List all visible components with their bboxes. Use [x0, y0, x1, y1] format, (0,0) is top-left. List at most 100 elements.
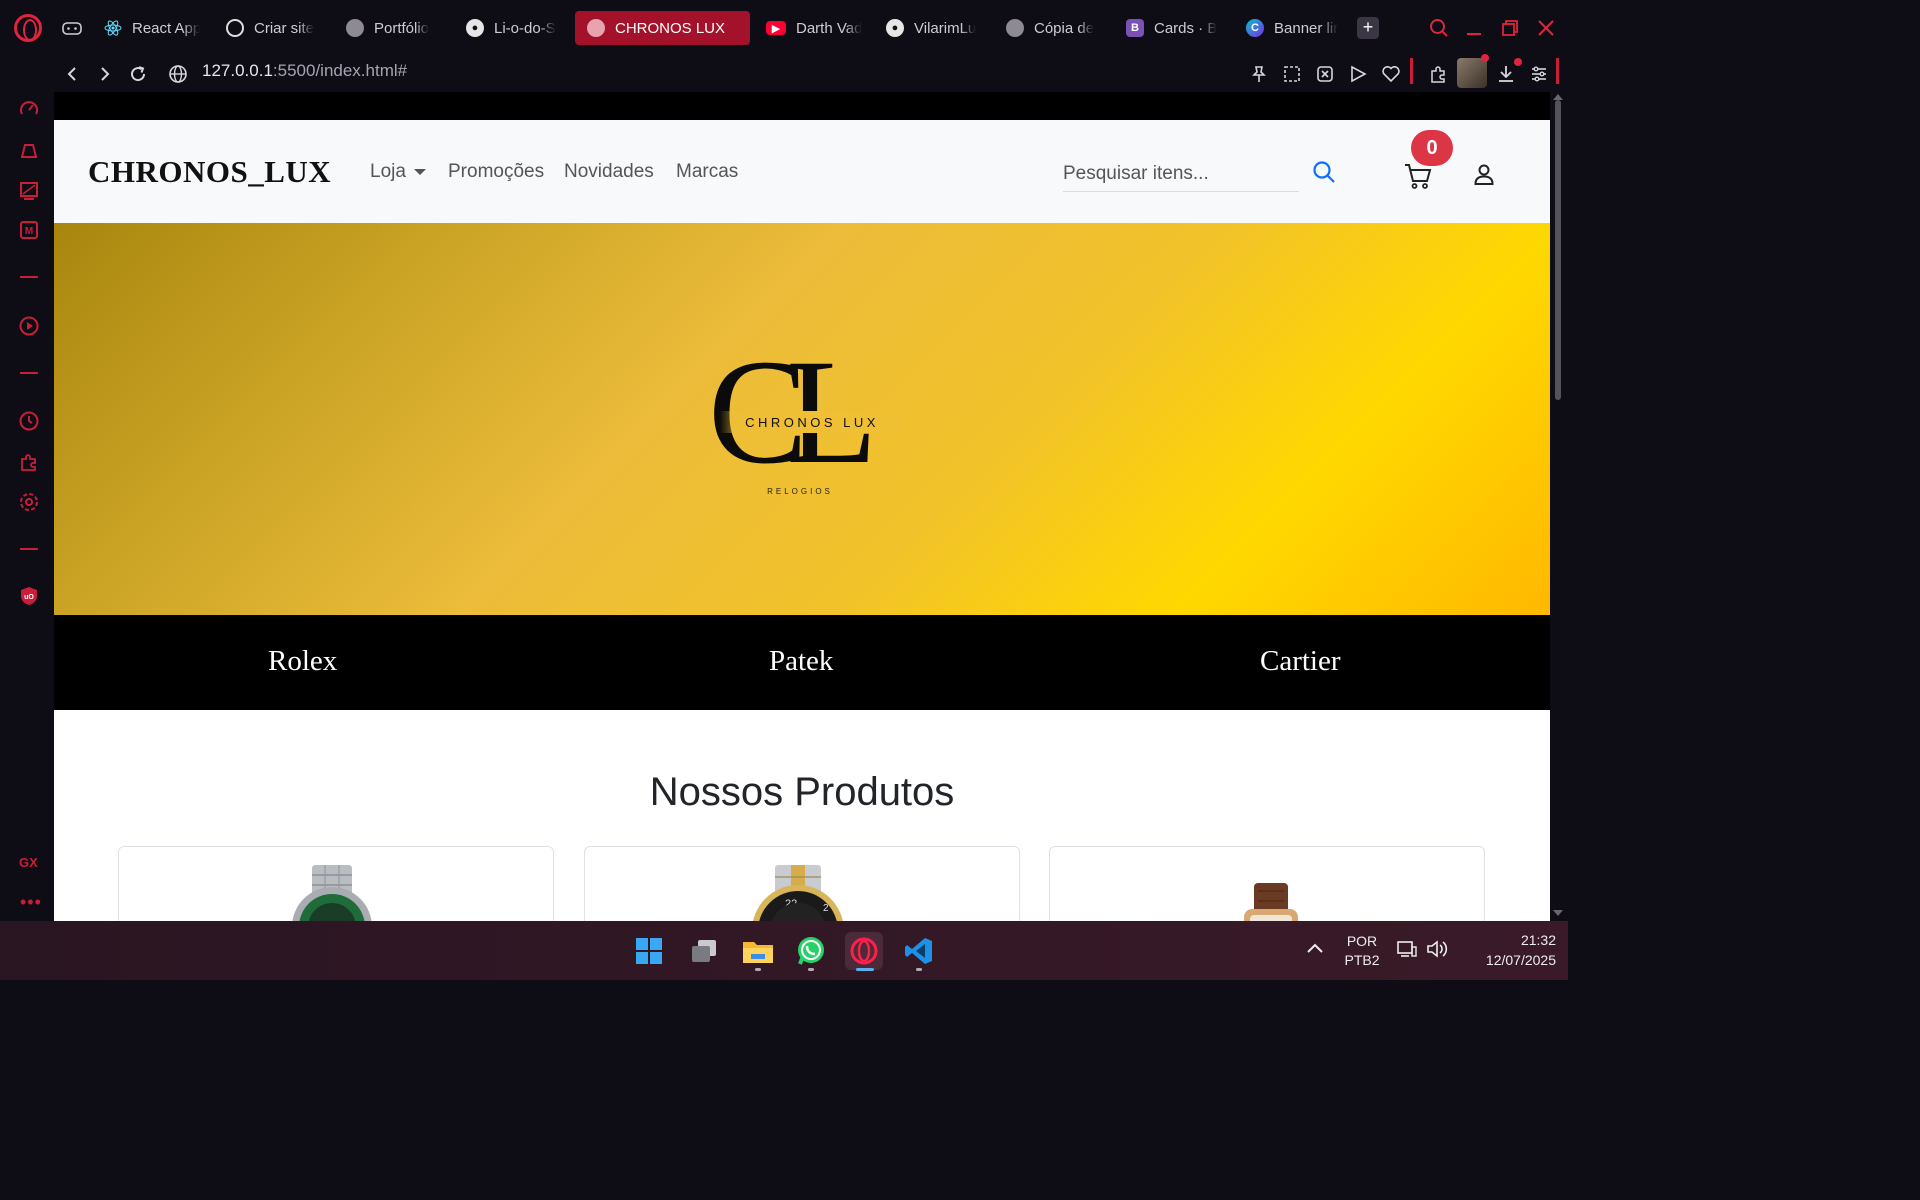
- two-tone-black-bezel-watch-image: 22 2: [753, 865, 843, 921]
- clock[interactable]: 21:32 12/07/2025: [1462, 932, 1556, 968]
- profile-avatar[interactable]: [1457, 54, 1489, 88]
- steel-green-dial-watch-image: [292, 865, 372, 921]
- search-tabs-icon[interactable]: [1425, 14, 1453, 42]
- notification-dot: [1514, 58, 1522, 66]
- windows-start-icon[interactable]: [630, 932, 668, 970]
- minimize-icon[interactable]: [1460, 14, 1488, 42]
- brand-link-cartier[interactable]: Cartier: [1260, 645, 1341, 678]
- tab-li-o-do-s[interactable]: ● Li-o-do-S: [466, 11, 562, 45]
- tab-cards-bootstrap[interactable]: B Cards · B: [1126, 11, 1222, 45]
- gx-logo-icon[interactable]: GX: [19, 855, 38, 870]
- gx-corner-icon[interactable]: [17, 138, 41, 162]
- speed-dial-icon[interactable]: [17, 97, 41, 121]
- ublock-shield-icon[interactable]: uO: [17, 584, 41, 608]
- globe-icon: [587, 19, 605, 37]
- url-path: :5500/index.html#: [272, 61, 408, 80]
- page-viewport: CHRONOS_LUX Loja Promoções Novidades Mar…: [54, 92, 1550, 921]
- browser-tab-bar: React App Criar site Portfólio ● Li-o-do…: [0, 0, 1568, 56]
- snapshot-icon[interactable]: [1278, 60, 1306, 88]
- tab-vilarimlu[interactable]: ● VilarimLu: [886, 11, 982, 45]
- easy-setup-icon[interactable]: [1525, 60, 1553, 88]
- opera-gx-icon[interactable]: [845, 932, 883, 970]
- svg-text:uO: uO: [24, 594, 34, 601]
- forward-icon[interactable]: [91, 60, 119, 88]
- close-window-icon[interactable]: [1532, 14, 1560, 42]
- restore-icon[interactable]: [1496, 14, 1524, 42]
- nav-brands[interactable]: Marcas: [676, 161, 738, 183]
- messenger-m-icon[interactable]: M: [17, 218, 41, 242]
- nav-shop-dropdown[interactable]: Loja: [370, 161, 426, 183]
- volume-icon[interactable]: [1426, 939, 1448, 964]
- sidebar-divider: [20, 372, 38, 374]
- more-dots-icon[interactable]: •••: [20, 892, 42, 913]
- user-account-icon[interactable]: [1472, 162, 1496, 188]
- tab-chronos-lux[interactable]: CHRONOS LUX: [575, 11, 750, 45]
- tab-criar-site[interactable]: Criar site: [226, 11, 322, 45]
- reload-icon[interactable]: [124, 60, 152, 88]
- chevron-up-icon[interactable]: [1306, 941, 1324, 960]
- music-player-icon[interactable]: [17, 314, 41, 338]
- sidebar-divider: [20, 548, 38, 550]
- github-icon: ●: [466, 19, 484, 37]
- history-clock-icon[interactable]: [17, 409, 41, 433]
- cart-count-badge: 0: [1411, 130, 1453, 166]
- tab-copia-de[interactable]: Cópia de: [1006, 11, 1102, 45]
- search-icon[interactable]: [1312, 160, 1338, 186]
- product-card[interactable]: [118, 846, 554, 921]
- cart-icon[interactable]: [1404, 162, 1434, 190]
- settings-gear-icon[interactable]: [17, 490, 41, 514]
- tab-portfolio[interactable]: Portfólio: [346, 11, 442, 45]
- input-language[interactable]: POR PTB2: [1340, 933, 1384, 968]
- product-card[interactable]: [1049, 846, 1485, 921]
- vscode-icon[interactable]: [900, 932, 938, 970]
- lang-code: POR: [1346, 933, 1378, 949]
- canva-icon: C: [1246, 19, 1264, 37]
- react-icon: [104, 19, 122, 37]
- site-info-globe-icon[interactable]: [164, 60, 192, 88]
- logo-subtitle: RELOGIOS: [767, 487, 833, 496]
- nav-promos[interactable]: Promoções: [448, 161, 544, 183]
- new-tab-button[interactable]: +: [1357, 17, 1379, 39]
- adblock-icon[interactable]: [1311, 60, 1339, 88]
- extensions-icon[interactable]: [17, 450, 41, 474]
- product-card[interactable]: 22 2: [584, 846, 1020, 921]
- site-brand[interactable]: CHRONOS_LUX: [88, 154, 331, 190]
- nav-news[interactable]: Novidades: [564, 161, 654, 183]
- pin-icon[interactable]: [1245, 60, 1273, 88]
- opera-gx-menu-icon[interactable]: [14, 14, 42, 42]
- scroll-down-icon[interactable]: [1553, 910, 1563, 916]
- chatgpt-icon: [226, 19, 244, 37]
- tab-banner-canva[interactable]: C Banner lir: [1246, 11, 1342, 45]
- scrollbar-thumb[interactable]: [1555, 100, 1561, 400]
- toolbar-divider: [1410, 58, 1413, 84]
- brand-link-patek[interactable]: Patek: [769, 645, 833, 678]
- tab-label: CHRONOS LUX: [615, 19, 726, 37]
- file-explorer-icon[interactable]: [739, 932, 777, 970]
- search-input[interactable]: [1063, 156, 1299, 192]
- extensions-puzzle-icon[interactable]: [1424, 60, 1452, 88]
- sidebar-divider: [20, 276, 38, 278]
- twitch-icon[interactable]: [17, 178, 41, 202]
- back-icon[interactable]: [58, 60, 86, 88]
- hero-banner: CL CHRONOS LUX RELOGIOS: [54, 223, 1550, 615]
- task-view-icon[interactable]: [685, 932, 723, 970]
- downloads-icon[interactable]: [1492, 58, 1522, 88]
- tab-react-app[interactable]: React App: [104, 11, 200, 45]
- top-black-strip: [54, 92, 1550, 120]
- tab-label: React App: [132, 19, 200, 37]
- keyboard-layout: PTB2: [1344, 952, 1380, 968]
- page-scrollbar[interactable]: [1550, 92, 1568, 921]
- logo-name: CHRONOS LUX: [745, 415, 879, 430]
- heart-icon[interactable]: [1377, 60, 1405, 88]
- brand-link-rolex[interactable]: Rolex: [268, 645, 337, 678]
- globe-icon: [1006, 19, 1024, 37]
- player-icon[interactable]: [1344, 60, 1372, 88]
- tab-darth-vader[interactable]: ▶ Darth Vad: [766, 11, 862, 45]
- url-field[interactable]: 127.0.0.1:5500/index.html#: [202, 59, 407, 83]
- tab-label: Banner lir: [1274, 19, 1339, 37]
- whatsapp-icon[interactable]: [792, 932, 830, 970]
- network-icon[interactable]: [1396, 939, 1418, 964]
- gx-control-icon[interactable]: [60, 16, 84, 40]
- tab-label: Portfólio: [374, 19, 430, 37]
- running-indicator: [808, 968, 814, 971]
